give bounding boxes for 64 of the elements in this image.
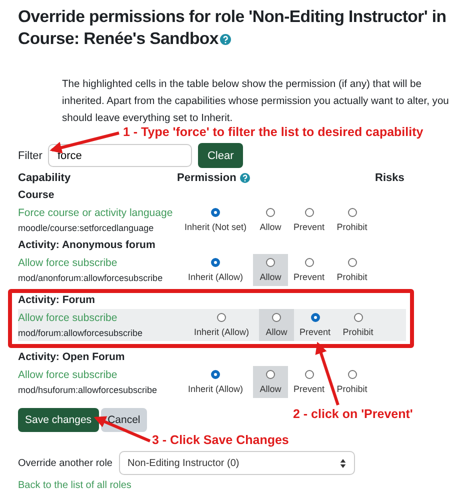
column-header: Risks (375, 172, 404, 184)
override-label: Override another role (18, 458, 112, 468)
radio-button[interactable] (266, 208, 275, 217)
radio-button[interactable] (266, 258, 275, 267)
column-header: Permission (177, 172, 236, 184)
annotation-text: 3 - Click Save Changes (152, 433, 289, 447)
sort-caret-icon (340, 458, 346, 468)
radio-label: Allow (260, 222, 282, 232)
radio-label: Allow (266, 327, 288, 337)
radio-label: Inherit (Allow) (194, 327, 249, 337)
page-title: Override permissions for role 'Non-Editing Instructor' in Course: Renée's Sandbox (17, 6, 448, 50)
radio-button[interactable] (211, 370, 220, 379)
annotation-text: 1 - Type 'force' to filter the list to desired capability (123, 125, 424, 139)
group-heading: Activity: Anonymous forum (17, 239, 156, 253)
radio-button[interactable] (310, 313, 320, 322)
radio-button[interactable] (217, 313, 226, 322)
radio-button[interactable] (304, 370, 314, 379)
column-header: Capability (18, 172, 71, 184)
help-icon[interactable] (220, 34, 232, 45)
annotation-arrow (50, 132, 120, 154)
filter-field[interactable]: force (48, 144, 192, 167)
help-icon[interactable] (240, 173, 250, 183)
radio-button[interactable] (354, 313, 362, 322)
clear-button[interactable]: Clear (198, 143, 243, 168)
filter-label: Filter (18, 150, 42, 162)
group-heading: Course (17, 189, 56, 203)
radio-label: Allow (260, 384, 282, 394)
radio-label: Prohibit (336, 384, 368, 394)
annotation-text: 2 - click on 'Prevent' (293, 407, 413, 421)
group-heading: Activity: Open Forum (17, 351, 126, 365)
radio-label: Prohibit (342, 327, 374, 337)
annotation-arrow (94, 416, 151, 442)
description-text: The highlighted cells in the table below show the permission (if any) that will be inherited. Apart from the capabilities whose permission you actually want to alter, you should leave everything set to Inherit. (62, 78, 450, 126)
radio-label: Prevent (299, 327, 331, 337)
radio-label: Prevent (293, 272, 325, 282)
capability-code: mod/hsuforum:allowforcesubscribe (18, 385, 158, 395)
radio-label: Inherit (Allow) (188, 384, 243, 394)
capability-code: mod/anonforum:allowforcesubscribe (18, 273, 164, 283)
radio-label: Prevent (293, 384, 325, 394)
capability-code: mod/forum:allowforcesubscribe (18, 328, 144, 338)
radio-button[interactable] (348, 208, 356, 217)
radio-label: Prevent (293, 222, 325, 232)
radio-button[interactable] (304, 208, 314, 217)
radio-label: Allow (260, 272, 282, 282)
capability-name: Allow force subscribe (18, 312, 118, 324)
radio-button[interactable] (348, 258, 356, 267)
radio-label: Inherit (Not set) (184, 222, 247, 232)
capability-code: moodle/course:setforcedlanguage (18, 223, 155, 233)
back-link[interactable]: Back to the list of all roles (18, 480, 132, 491)
radio-button[interactable] (272, 313, 281, 322)
capability-name: Allow force subscribe (18, 257, 118, 269)
role-select[interactable]: Non-Editing Instructor (0) (118, 451, 354, 475)
radio-button[interactable] (211, 208, 220, 217)
save-button[interactable]: Save changes (18, 408, 99, 432)
radio-label: Inherit (Allow) (188, 272, 243, 282)
radio-button[interactable] (304, 258, 314, 267)
capability-name: Force course or activity language (18, 207, 174, 219)
capability-name: Allow force subscribe (18, 369, 118, 381)
radio-label: Prohibit (336, 272, 368, 282)
group-heading: Activity: Forum (17, 294, 96, 308)
radio-label: Prohibit (336, 222, 368, 232)
radio-button[interactable] (211, 258, 220, 267)
radio-button[interactable] (266, 370, 275, 379)
radio-button[interactable] (348, 370, 356, 379)
